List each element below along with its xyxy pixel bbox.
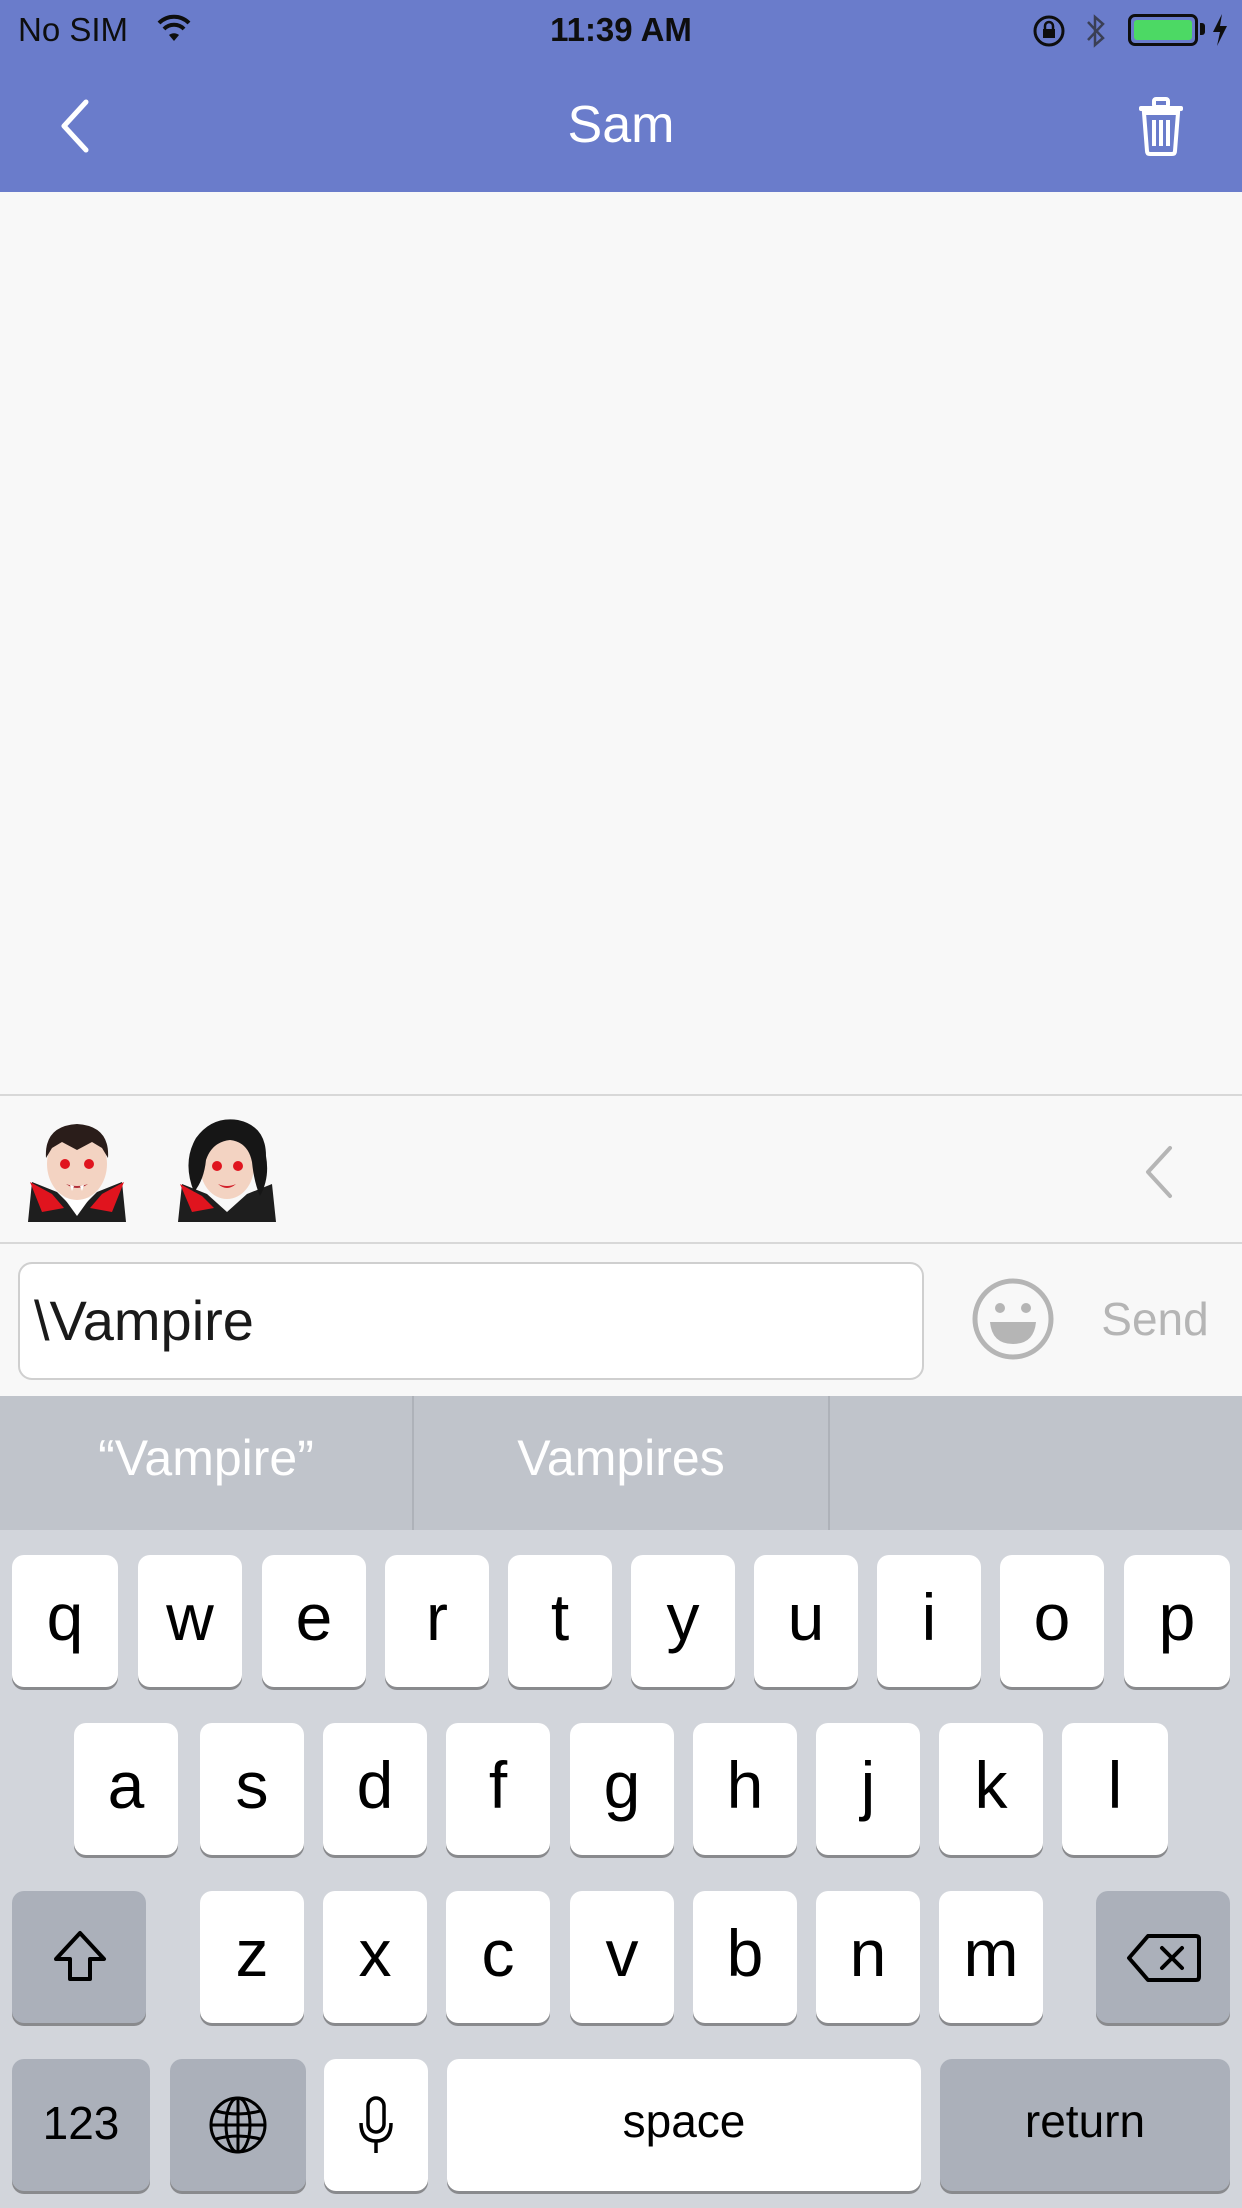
key-m[interactable]: m (939, 1891, 1043, 2023)
prediction-3[interactable] (830, 1396, 1242, 1530)
prediction-2[interactable]: Vampires (414, 1396, 828, 1530)
emoji-suggestion-bar (0, 1094, 1242, 1244)
key-g[interactable]: g (570, 1723, 674, 1855)
message-input[interactable]: \Vampire (18, 1262, 924, 1380)
key-v[interactable]: v (570, 1891, 674, 2023)
bluetooth-icon (1087, 14, 1105, 48)
return-key[interactable]: return (940, 2059, 1230, 2191)
shift-icon (54, 1931, 106, 1981)
numbers-key[interactable]: 123 (12, 2059, 150, 2191)
page-title: Sam (567, 96, 675, 154)
key-d[interactable]: d (323, 1723, 427, 1855)
delete-conversation-button[interactable] (1136, 96, 1186, 156)
app-header: No SIM 11:39 AM Sam (0, 0, 1242, 192)
composer: \Vampire Send (0, 1244, 1242, 1396)
key-k[interactable]: k (939, 1723, 1043, 1855)
key-r[interactable]: r (385, 1555, 489, 1687)
collapse-emoji-bar-button[interactable] (1140, 1144, 1180, 1200)
battery-icon (1128, 14, 1198, 46)
orientation-lock-icon (1033, 15, 1065, 47)
key-j[interactable]: j (816, 1723, 920, 1855)
space-key[interactable]: space (447, 2059, 921, 2191)
woman-vampire-emoji (178, 1119, 276, 1222)
globe-key[interactable] (170, 2059, 306, 2191)
prediction-1[interactable]: “Vampire” (0, 1396, 412, 1530)
emoji-suggestion-woman-vampire[interactable] (172, 1112, 282, 1222)
battery-level (1134, 20, 1192, 40)
globe-icon (209, 2096, 267, 2154)
key-p[interactable]: p (1124, 1555, 1230, 1687)
key-b[interactable]: b (693, 1891, 797, 2023)
key-h[interactable]: h (693, 1723, 797, 1855)
key-c[interactable]: c (446, 1891, 550, 2023)
dictation-key[interactable] (324, 2059, 428, 2191)
key-t[interactable]: t (508, 1555, 612, 1687)
charging-icon (1213, 14, 1227, 46)
key-s[interactable]: s (200, 1723, 304, 1855)
message-list[interactable] (0, 192, 1242, 1094)
key-u[interactable]: u (754, 1555, 858, 1687)
key-n[interactable]: n (816, 1891, 920, 2023)
key-q[interactable]: q (12, 1555, 118, 1687)
shift-key[interactable] (12, 1891, 146, 2023)
predictive-text-bar: “Vampire” Vampires (0, 1396, 1242, 1530)
emoji-suggestion-man-vampire[interactable] (22, 1112, 132, 1222)
key-a[interactable]: a (74, 1723, 178, 1855)
key-o[interactable]: o (1000, 1555, 1104, 1687)
key-l[interactable]: l (1062, 1723, 1168, 1855)
key-f[interactable]: f (446, 1723, 550, 1855)
backspace-key[interactable] (1096, 1891, 1230, 2023)
key-z[interactable]: z (200, 1891, 304, 2023)
key-e[interactable]: e (262, 1555, 366, 1687)
backspace-icon (1127, 1934, 1201, 1982)
send-button[interactable]: Send (1080, 1284, 1230, 1354)
emoji-picker-button[interactable] (970, 1276, 1056, 1362)
key-x[interactable]: x (323, 1891, 427, 2023)
battery-tip (1200, 23, 1205, 35)
keyboard: “Vampire” Vampires q w e r t y u i o p a… (0, 1396, 1242, 2208)
key-w[interactable]: w (138, 1555, 242, 1687)
key-i[interactable]: i (877, 1555, 981, 1687)
man-vampire-emoji (28, 1124, 126, 1222)
microphone-icon (359, 2096, 393, 2153)
key-y[interactable]: y (631, 1555, 735, 1687)
